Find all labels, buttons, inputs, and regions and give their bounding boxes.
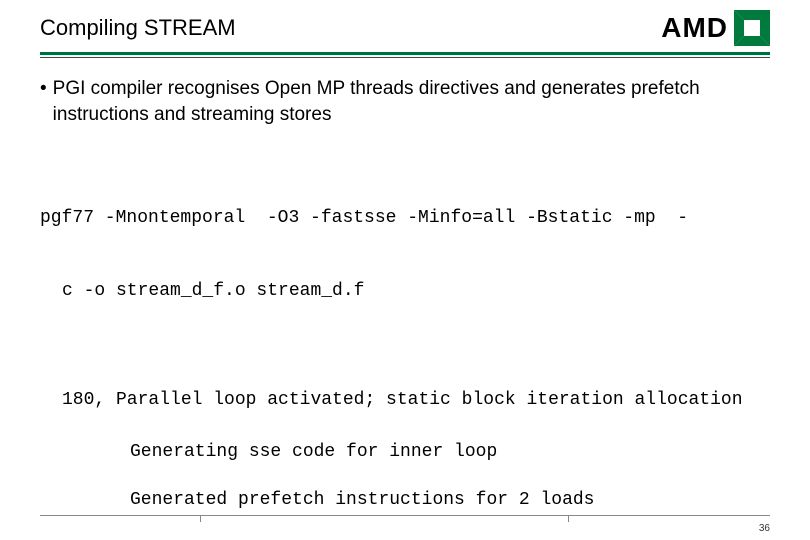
slide: Compiling STREAM AMD • PGI compiler reco… [0,0,810,540]
amd-logo-text: AMD [661,12,728,44]
amd-arrow-icon [734,10,770,46]
compiler-output: 180, Parallel loop activated; static blo… [40,388,770,513]
footer-tick [568,516,569,522]
output-line-2: Generating sse code for inner loop [130,440,770,464]
code-line-2: c -o stream_d_f.o stream_d.f [62,279,770,303]
header-rule-thick [40,52,770,55]
bullet-text: PGI compiler recognises Open MP threads … [53,76,770,127]
slide-content: • PGI compiler recognises Open MP thread… [0,58,810,513]
code-line-1: pgf77 -Mnontemporal -O3 -fastsse -Minfo=… [40,206,770,230]
bullet-mark: • [40,76,47,127]
footer-tick [200,516,201,522]
output-line-3: Generated prefetch instructions for 2 lo… [130,488,770,512]
footer-rule [40,515,770,516]
slide-header: Compiling STREAM AMD [0,0,810,52]
slide-title: Compiling STREAM [40,15,236,41]
output-line-1: 180, Parallel loop activated; static blo… [62,388,770,412]
page-number: 36 [759,523,770,534]
compile-command: pgf77 -Mnontemporal -O3 -fastsse -Minfo=… [40,157,770,351]
bullet-item: • PGI compiler recognises Open MP thread… [40,76,770,127]
amd-logo: AMD [661,10,770,46]
